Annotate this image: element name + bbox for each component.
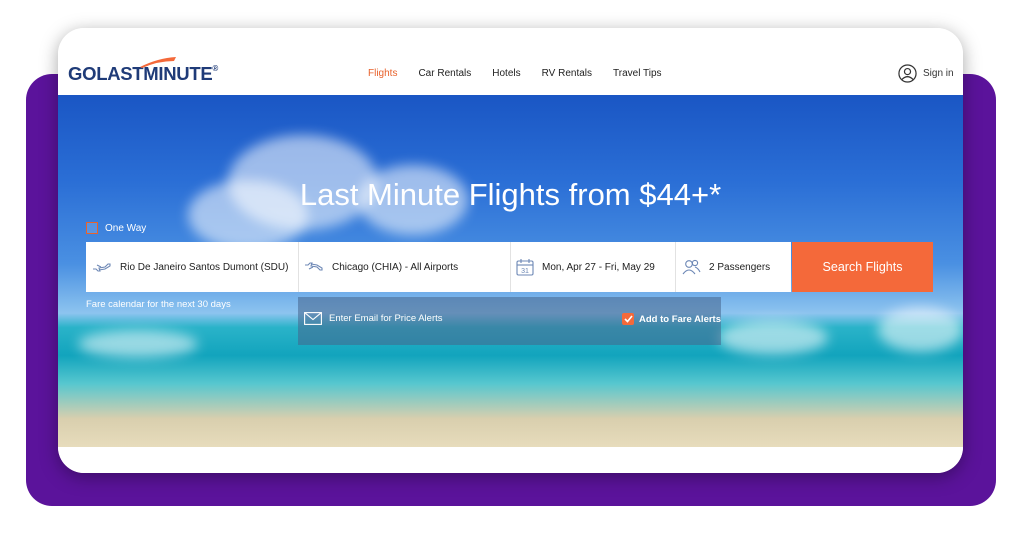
nav-travel-tips[interactable]: Travel Tips bbox=[613, 68, 662, 79]
sign-in-link[interactable]: Sign in bbox=[898, 64, 954, 83]
one-way-toggle[interactable]: One Way bbox=[86, 222, 146, 234]
envelope-icon bbox=[304, 312, 322, 325]
nav-car-rentals[interactable]: Car Rentals bbox=[418, 68, 471, 79]
plane-departure-icon bbox=[93, 263, 111, 272]
date-range-field[interactable]: 31 Mon, Apr 27 - Fri, May 29 bbox=[510, 242, 676, 292]
add-fare-alerts-label: Add to Fare Alerts bbox=[639, 313, 721, 325]
price-alert-box: Enter Email for Price Alerts Add to Fare… bbox=[298, 297, 721, 345]
one-way-checkbox[interactable] bbox=[86, 222, 98, 234]
passengers-icon bbox=[682, 259, 701, 275]
hero-banner: Last Minute Flights from $44+* One Way R… bbox=[58, 95, 963, 447]
cloud-decoration bbox=[78, 330, 198, 358]
page-bottom-strip bbox=[58, 447, 963, 473]
user-circle-icon bbox=[898, 64, 917, 83]
logo-last: LAST bbox=[96, 63, 144, 84]
passengers-value: 2 Passengers bbox=[709, 261, 771, 273]
origin-field[interactable]: Rio De Janeiro Santos Dumont (SDU) bbox=[86, 242, 299, 292]
main-nav: Flights Car Rentals Hotels RV Rentals Tr… bbox=[368, 68, 683, 79]
passengers-field[interactable]: 2 Passengers bbox=[675, 242, 791, 292]
logo-swoosh-icon bbox=[140, 57, 176, 68]
plane-arrival-icon bbox=[305, 262, 323, 271]
fare-alerts-checkbox[interactable] bbox=[622, 313, 634, 325]
nav-rv-rentals[interactable]: RV Rentals bbox=[542, 68, 592, 79]
logo-go: GO bbox=[68, 63, 97, 84]
check-icon bbox=[623, 315, 633, 323]
calendar-day-number: 31 bbox=[521, 268, 529, 275]
price-alert-email-input[interactable]: Enter Email for Price Alerts bbox=[304, 312, 443, 325]
site-header: GOLASTMINUTE® Flights Car Rentals Hotels… bbox=[58, 28, 963, 95]
search-flights-button[interactable]: Search Flights bbox=[792, 242, 933, 292]
nav-flights[interactable]: Flights bbox=[368, 68, 397, 79]
origin-value: Rio De Janeiro Santos Dumont (SDU) bbox=[120, 261, 289, 273]
hero-title: Last Minute Flights from $44+* bbox=[299, 177, 722, 212]
destination-field[interactable]: Chicago (CHIA) - All Airports bbox=[298, 242, 511, 292]
add-fare-alerts-toggle[interactable]: Add to Fare Alerts bbox=[622, 313, 721, 325]
flight-search-bar: Rio De Janeiro Santos Dumont (SDU) Chica… bbox=[86, 242, 791, 292]
one-way-label: One Way bbox=[105, 222, 147, 234]
sign-in-label: Sign in bbox=[923, 68, 954, 79]
cloud-decoration bbox=[718, 320, 828, 355]
destination-value: Chicago (CHIA) - All Airports bbox=[332, 261, 459, 273]
email-placeholder: Enter Email for Price Alerts bbox=[329, 313, 443, 324]
logo-registered: ® bbox=[212, 64, 219, 73]
calendar-icon: 31 bbox=[516, 259, 534, 276]
nav-hotels[interactable]: Hotels bbox=[492, 68, 520, 79]
cloud-decoration bbox=[878, 307, 963, 352]
fare-calendar-link[interactable]: Fare calendar for the next 30 days bbox=[86, 299, 231, 310]
browser-card: GOLASTMINUTE® Flights Car Rentals Hotels… bbox=[58, 28, 963, 473]
date-range-value: Mon, Apr 27 - Fri, May 29 bbox=[542, 261, 655, 273]
